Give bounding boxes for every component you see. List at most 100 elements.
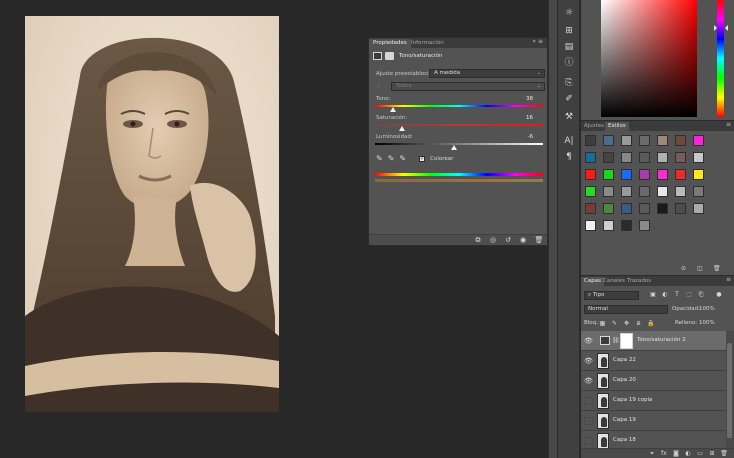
layer-thumbnail[interactable] <box>597 413 609 429</box>
layer-thumbnail[interactable] <box>597 353 609 369</box>
info-icon[interactable]: ⓘ <box>561 56 577 70</box>
style-swatch[interactable] <box>621 186 632 197</box>
style-swatch[interactable] <box>657 169 668 180</box>
style-swatch[interactable] <box>585 186 596 197</box>
style-swatch[interactable] <box>657 203 668 214</box>
adjustment-icon[interactable] <box>373 52 382 60</box>
visibility-eye-icon[interactable] <box>584 417 593 425</box>
new-layer-icon[interactable]: ⊞ <box>708 449 716 458</box>
filter-adjustment-icon[interactable]: ◐ <box>661 291 669 299</box>
style-swatch[interactable] <box>675 186 686 197</box>
paragraph-icon[interactable]: ¶ <box>561 150 577 164</box>
layer-thumbnail[interactable] <box>597 373 609 389</box>
tool-presets-icon[interactable]: ⚒ <box>561 110 577 124</box>
panel-menu-icon[interactable]: ≡ <box>726 121 731 128</box>
filter-toggle-icon[interactable]: ● <box>715 291 723 299</box>
style-swatch[interactable] <box>585 169 596 180</box>
visibility-eye-icon[interactable] <box>584 437 593 445</box>
style-swatch[interactable] <box>693 135 704 146</box>
lightness-slider-track[interactable] <box>375 143 543 145</box>
style-swatch[interactable] <box>585 135 596 146</box>
clear-style-icon[interactable]: ⊘ <box>681 265 686 272</box>
eyedropper-subtract-icon[interactable]: ✎ <box>399 155 406 163</box>
style-swatch[interactable] <box>675 203 686 214</box>
hue-strip[interactable] <box>717 0 724 117</box>
style-swatch[interactable] <box>639 203 650 214</box>
lightness-slider-thumb[interactable] <box>450 145 457 150</box>
layer-style-fx-icon[interactable]: fx <box>660 449 668 458</box>
style-swatch[interactable] <box>693 186 704 197</box>
style-swatch[interactable] <box>603 169 614 180</box>
style-swatch[interactable] <box>621 152 632 163</box>
link-layers-icon[interactable]: ⚭ <box>648 449 656 458</box>
eyedropper-add-icon[interactable]: ✎ <box>388 155 395 163</box>
style-swatch[interactable] <box>639 186 650 197</box>
clip-to-layer-icon[interactable]: ⧉ <box>473 236 483 245</box>
saturation-slider-thumb[interactable] <box>398 126 405 131</box>
hue-value[interactable]: 38 <box>526 96 533 102</box>
reset-icon[interactable]: ↺ <box>503 236 513 245</box>
layer-name[interactable]: Capa 20 <box>613 377 636 383</box>
hue-marker-left[interactable] <box>714 25 717 31</box>
new-group-icon[interactable]: ▭ <box>696 449 704 458</box>
tab-properties[interactable]: Propiedades <box>369 39 411 48</box>
style-swatch[interactable] <box>603 152 614 163</box>
layer-row[interactable]: Capa 19 copia <box>581 391 726 411</box>
layer-mask-thumbnail[interactable] <box>620 333 633 349</box>
style-swatch[interactable] <box>639 152 650 163</box>
lock-all-icon[interactable]: 🔒 <box>647 320 654 328</box>
style-swatch[interactable] <box>621 220 632 231</box>
clone-source-icon[interactable]: ⎘ <box>561 76 577 90</box>
visibility-eye-icon[interactable]: ◉ <box>518 236 528 245</box>
tab-paths[interactable]: Trazados <box>624 277 654 286</box>
style-swatch[interactable] <box>585 220 596 231</box>
fill-value[interactable]: 100% <box>699 319 715 328</box>
style-swatch[interactable] <box>585 152 596 163</box>
saturation-value[interactable]: 16 <box>526 115 533 121</box>
tab-information[interactable]: Información <box>407 39 448 48</box>
style-swatch[interactable] <box>603 220 614 231</box>
style-swatch[interactable] <box>657 135 668 146</box>
panel-menu-icon[interactable]: » ≡ <box>532 38 543 45</box>
layers-scrollbar[interactable] <box>726 331 734 448</box>
style-swatch[interactable] <box>585 203 596 214</box>
layer-name[interactable]: Capa 22 <box>613 357 636 363</box>
filter-shape-icon[interactable]: ⬚ <box>685 291 693 299</box>
tab-styles[interactable]: Estilos <box>605 122 629 131</box>
trash-icon[interactable]: 🗑 <box>720 449 728 458</box>
filter-smart-object-icon[interactable]: ⎗ <box>697 291 705 299</box>
lock-paint-icon[interactable]: ✎ <box>611 320 618 328</box>
filter-type-icon[interactable]: T <box>673 291 681 299</box>
style-swatch[interactable] <box>693 152 704 163</box>
style-swatch[interactable] <box>603 135 614 146</box>
mask-link-icon[interactable]: ⛓ <box>612 337 620 344</box>
saturation-value-field[interactable] <box>601 0 697 117</box>
layers-scrollbar-thumb[interactable] <box>727 343 732 438</box>
style-swatch[interactable] <box>621 203 632 214</box>
layer-row[interactable]: Capa 19 <box>581 411 726 431</box>
trash-icon[interactable]: 🗑 <box>713 265 721 272</box>
histogram-icon[interactable]: ▤ <box>561 40 577 54</box>
layer-row[interactable]: 👁 Capa 20 <box>581 371 726 391</box>
brush-icon[interactable]: ✐ <box>561 92 577 106</box>
lock-transparency-icon[interactable]: ▦ <box>599 320 606 328</box>
style-swatch[interactable] <box>621 135 632 146</box>
lock-position-icon[interactable]: ✥ <box>623 320 630 328</box>
character-icon[interactable]: A| <box>561 134 577 148</box>
lock-artboard-icon[interactable]: ⧈ <box>635 320 642 328</box>
hand-target-icon[interactable]: ☝ <box>376 82 380 90</box>
mask-icon[interactable] <box>385 52 394 60</box>
hue-slider-thumb[interactable] <box>389 107 396 112</box>
tab-adjustments[interactable]: Ajustes <box>581 122 607 131</box>
visibility-eye-icon[interactable]: 👁 <box>584 337 593 345</box>
layer-thumbnail[interactable] <box>597 393 609 409</box>
layer-name[interactable]: Capa 18 <box>613 437 636 443</box>
style-swatch[interactable] <box>603 203 614 214</box>
style-swatch[interactable] <box>603 186 614 197</box>
panel-menu-icon[interactable]: ≡ <box>726 276 731 283</box>
opacity-value[interactable]: 100% <box>699 305 715 314</box>
add-mask-icon[interactable]: ◙ <box>672 449 680 458</box>
layer-filter-dropdown[interactable]: ⌕ Tipo <box>584 291 639 300</box>
hue-slider-track[interactable] <box>375 105 543 107</box>
style-swatch[interactable] <box>675 152 686 163</box>
